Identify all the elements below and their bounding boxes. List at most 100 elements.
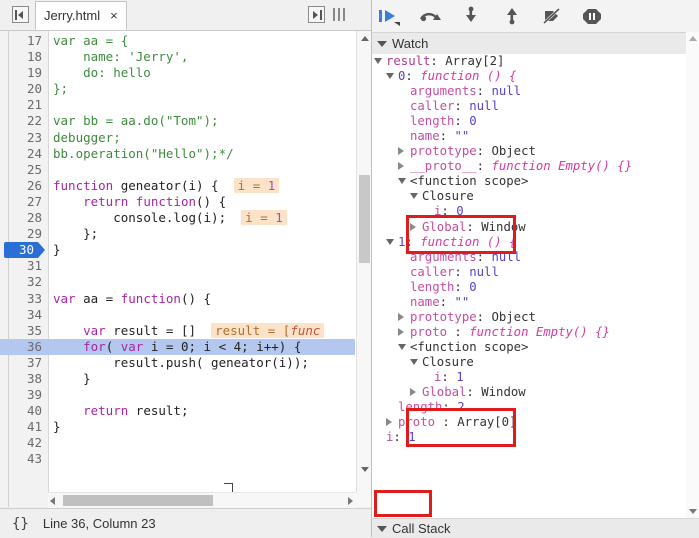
watch-row[interactable]: arguments: null	[372, 250, 699, 265]
chevron-right-icon[interactable]	[386, 418, 392, 427]
line-number[interactable]: 22	[0, 113, 42, 129]
line-number[interactable]: 32	[0, 274, 42, 290]
watch-row[interactable]: name: ""	[372, 129, 699, 144]
code-line[interactable]: 17 var aa = {	[0, 33, 355, 49]
watch-row[interactable]: 0: function () {	[372, 69, 699, 84]
line-number[interactable]: 20	[0, 81, 42, 97]
line-number[interactable]: 19	[0, 65, 42, 81]
line-number[interactable]: 33	[0, 291, 42, 307]
chevron-right-icon[interactable]	[398, 327, 404, 336]
chevron-down-icon[interactable]	[398, 178, 406, 185]
line-number[interactable]: 18	[0, 49, 42, 65]
chevron-down-icon[interactable]	[374, 58, 382, 64]
chevron-down-icon[interactable]	[410, 193, 418, 200]
code-line[interactable]: 42	[0, 435, 355, 451]
chevron-right-icon[interactable]	[398, 312, 404, 321]
line-number[interactable]: 28	[0, 210, 42, 226]
line-number[interactable]: 26	[0, 178, 42, 194]
chevron-down-icon[interactable]	[386, 238, 394, 245]
code-line[interactable]: 25	[0, 162, 355, 178]
chevron-right-icon[interactable]	[398, 147, 404, 156]
close-icon[interactable]: ×	[110, 9, 118, 22]
line-number[interactable]: 37	[0, 355, 42, 371]
line-number[interactable]: 34	[0, 307, 42, 323]
line-number[interactable]: 31	[0, 258, 42, 274]
chevron-down-icon[interactable]	[398, 343, 406, 350]
code-line[interactable]: 18 name: 'Jerry',	[0, 49, 355, 65]
watch-row[interactable]: <function scope>	[372, 174, 699, 189]
scroll-left-icon[interactable]	[50, 497, 55, 505]
code-line[interactable]: 38 }	[0, 371, 355, 387]
watch-row[interactable]: length: 0	[372, 114, 699, 129]
tab-list-icon[interactable]	[333, 8, 347, 21]
chevron-right-icon[interactable]	[398, 162, 404, 171]
line-number[interactable]: 27	[0, 194, 42, 210]
step-over-next-call-button[interactable]	[417, 5, 443, 27]
watch-row[interactable]: caller: null	[372, 265, 699, 280]
line-number[interactable]: 17	[0, 33, 42, 49]
code-line[interactable]: 24 bb.operation("Hello");*/	[0, 146, 355, 162]
editor-horizontal-scrollbar[interactable]	[48, 492, 357, 508]
chevron-down-icon[interactable]	[386, 73, 394, 80]
pause-on-exceptions-button[interactable]	[581, 5, 607, 27]
braces-icon[interactable]: {}	[12, 516, 29, 532]
line-number[interactable]: 23	[0, 130, 42, 146]
watch-section-header[interactable]: Watch	[372, 33, 699, 55]
watch-row[interactable]: prototype: Object	[372, 144, 699, 159]
line-number[interactable]: 35	[0, 323, 42, 339]
watch-row[interactable]: arguments: null	[372, 84, 699, 99]
code-line[interactable]: 35 var result = [] result = [func	[0, 322, 355, 339]
editor-vertical-scrollbar[interactable]	[356, 31, 372, 507]
vertical-scroll-thumb[interactable]	[359, 175, 370, 263]
line-number[interactable]: 43	[0, 451, 42, 467]
watch-row[interactable]: __proto__: function Empty() {}	[372, 159, 699, 174]
watch-tree[interactable]: result: Array[2] 0: function () {argument…	[372, 54, 699, 512]
watch-row[interactable]: Global: Window	[372, 385, 699, 400]
code-line[interactable]: 41}	[0, 419, 355, 435]
line-number[interactable]: 38	[0, 371, 42, 387]
call-stack-section-header[interactable]: Call Stack	[372, 518, 699, 538]
code-line[interactable]: 28 console.log(i); i = 1	[0, 210, 355, 226]
watch-row[interactable]: Closure	[372, 355, 699, 370]
code-editor[interactable]: 17 var aa = {18 name: 'Jerry', 19 do: hell…	[0, 31, 373, 508]
code-line[interactable]: 22 var bb = aa.do("Tom");	[0, 113, 355, 129]
scroll-up-icon[interactable]	[689, 36, 697, 41]
watch-row[interactable]: i: 1	[372, 430, 699, 445]
code-line[interactable]: 37 result.push( geneator(i));	[0, 355, 355, 371]
watch-row[interactable]: length: 2	[372, 400, 699, 415]
line-number[interactable]: 29	[0, 226, 42, 242]
code-line[interactable]: 36 for( var i = 0; i < 4; i++) {	[0, 338, 355, 355]
watch-row[interactable]: Closure	[372, 189, 699, 204]
code-line[interactable]: 31	[0, 258, 355, 274]
step-into-next-call-button[interactable]	[458, 5, 484, 27]
file-tab-jerry-html[interactable]: Jerry.html ×	[35, 1, 127, 30]
scroll-down-icon[interactable]	[689, 509, 697, 514]
code-line[interactable]: 39	[0, 387, 355, 403]
deactivate-breakpoints-button[interactable]	[540, 5, 566, 27]
code-line[interactable]: 33 var aa = function() {	[0, 291, 355, 307]
code-line[interactable]: 26 function geneator(i) { i = 1	[0, 177, 355, 194]
watch-row[interactable]: i: 1	[372, 370, 699, 385]
watch-row[interactable]: proto : function Empty() {}	[372, 325, 699, 340]
line-number[interactable]: 25	[0, 162, 42, 178]
code-line[interactable]: 34	[0, 307, 355, 323]
watch-row[interactable]: result: Array[2]	[372, 54, 699, 69]
scroll-right-icon[interactable]	[348, 497, 353, 505]
code-line[interactable]: 27 return function() {	[0, 194, 355, 210]
chevron-down-icon[interactable]	[410, 358, 418, 365]
watch-row[interactable]: caller: null	[372, 99, 699, 114]
chevron-right-icon[interactable]	[410, 388, 416, 397]
watch-row[interactable]: length: 0	[372, 280, 699, 295]
code-line[interactable]: 40 return result;	[0, 403, 355, 419]
line-number[interactable]: 24	[0, 146, 42, 162]
watch-vertical-scrollbar[interactable]	[686, 32, 699, 518]
nav-prev-icon[interactable]	[12, 6, 29, 23]
watch-row[interactable]: Global: Window	[372, 220, 699, 235]
watch-row[interactable]: i: 0	[372, 204, 699, 219]
code-line[interactable]: 19 do: hello	[0, 65, 355, 81]
line-number[interactable]: 36	[0, 339, 42, 355]
line-number[interactable]: 42	[0, 435, 42, 451]
code-line[interactable]: 43	[0, 451, 355, 467]
code-line[interactable]: 32	[0, 274, 355, 290]
step-out-of-function-button[interactable]	[499, 5, 525, 27]
